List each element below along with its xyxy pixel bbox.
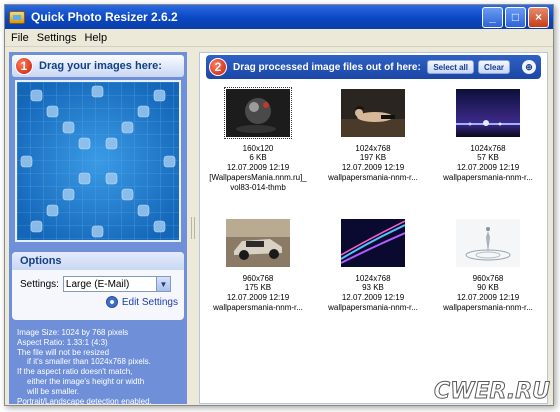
- night-city-lights-photo[interactable]: [456, 89, 520, 137]
- edit-settings-link[interactable]: Edit Settings: [122, 297, 178, 308]
- clear-button[interactable]: Clear: [478, 60, 510, 74]
- image-drop-zone[interactable]: [15, 80, 181, 242]
- info-line: If the aspect ratio doesn't match,: [17, 367, 133, 377]
- input-panel-header: 1 Drag your images here:: [12, 55, 184, 77]
- thumbnail-date: 12.07.2009 12:19: [456, 162, 520, 172]
- maximize-button[interactable]: □: [505, 6, 526, 28]
- select-all-button[interactable]: Select all: [427, 60, 474, 74]
- offroad-car-photo[interactable]: [226, 219, 290, 267]
- pin-icon[interactable]: ⊕: [522, 60, 536, 74]
- thumbnail-item[interactable]: 960x768 175 KB 12.07.2009 12:19 wallpape…: [206, 219, 310, 313]
- thumbnail-filename: wallpapersmania-nnm-r...: [443, 303, 533, 313]
- neon-light-streaks-photo[interactable]: [341, 219, 405, 267]
- options-box: Options Settings: Large (E-Mail) ▼ Edit …: [12, 252, 184, 320]
- menu-bar: File Settings Help: [5, 29, 553, 47]
- app-icon: [9, 10, 25, 24]
- thumbnail-size: 175 KB: [244, 283, 272, 293]
- info-line: will be smaller.: [27, 386, 80, 396]
- info-line: either the image's height or width: [27, 376, 145, 386]
- thumbnail-date: 12.07.2009 12:19: [226, 162, 290, 172]
- thumbnail-size: 6 KB: [249, 153, 267, 163]
- options-title: Options: [12, 252, 184, 270]
- thumbnail-filename: wallpapersmania-nnm-r...: [328, 173, 418, 183]
- thumbnail-size: 197 KB: [359, 153, 387, 163]
- svg-text:CWER.RU: CWER.RU: [434, 379, 550, 404]
- water-splash-photo[interactable]: [456, 219, 520, 267]
- menu-help[interactable]: Help: [84, 32, 107, 44]
- panel-splitter[interactable]: [189, 52, 197, 404]
- thumbnail-filename: wallpapersmania-nnm-r...: [213, 303, 303, 313]
- window-title: Quick Photo Resizer 2.6.2: [31, 10, 178, 24]
- settings-dropdown[interactable]: Large (E-Mail) ▼: [62, 276, 171, 292]
- resize-info: Image Size: 1024 by 768 pixels Aspect Ra…: [17, 328, 185, 406]
- thumbnail-filename: wallpapersmania-nnm-r...: [443, 173, 533, 183]
- thumbnail-item[interactable]: 960x768 90 KB 12.07.2009 12:19 wallpaper…: [436, 219, 540, 313]
- splitter-grip[interactable]: [191, 217, 195, 239]
- thumbnail-filename: wallpapersmania-nnm-r...: [328, 303, 418, 313]
- thumbnail-size: 93 KB: [362, 283, 384, 293]
- info-line: Aspect Ratio: 1.33:1 (4:3): [17, 337, 108, 347]
- title-bar[interactable]: Quick Photo Resizer 2.6.2 _ □ ×: [5, 5, 553, 29]
- input-panel-title: Drag your images here:: [39, 60, 162, 72]
- step-badge-2: 2: [209, 58, 227, 76]
- thumbnail-dimensions: 1024x768: [355, 274, 391, 283]
- output-panel-title: Drag processed image files out of here:: [233, 61, 421, 73]
- input-panel: 1 Drag your images here: Options Setting…: [9, 52, 187, 406]
- settings-label: Settings:: [20, 278, 59, 290]
- thumbnail-size: 90 KB: [477, 283, 499, 293]
- dark-sphere-photo[interactable]: [224, 87, 292, 139]
- info-line: Portrait/Landscape detection enabled.: [17, 396, 152, 406]
- thumbnail-item[interactable]: 160x120 6 KB 12.07.2009 12:19 [Wallpaper…: [206, 87, 310, 192]
- gear-icon[interactable]: [105, 296, 118, 308]
- thumbnail-item[interactable]: 1024x768 197 KB 12.07.2009 12:19 wallpap…: [321, 89, 425, 183]
- minimize-button[interactable]: _: [482, 6, 503, 28]
- thumbnail-dimensions: 960x768: [242, 274, 274, 283]
- site-watermark: CWER.RU: [422, 368, 552, 408]
- thumbnail-dimensions: 1024x768: [355, 144, 391, 153]
- close-button[interactable]: ×: [528, 6, 549, 28]
- thumbnail-date: 12.07.2009 12:19: [341, 162, 405, 172]
- thumbnail-dimensions: 1024x768: [470, 144, 506, 153]
- settings-dropdown-value: Large (E-Mail): [65, 278, 130, 290]
- drop-zone-pattern: [17, 82, 179, 240]
- menu-file[interactable]: File: [11, 32, 29, 44]
- chevron-down-icon[interactable]: ▼: [155, 277, 170, 291]
- thumbnail-dimensions: 960x768: [472, 274, 504, 283]
- thumbnail-date: 12.07.2009 12:19: [456, 292, 520, 302]
- woman-reclining-photo[interactable]: [341, 89, 405, 137]
- info-line: The file will not be resized: [17, 347, 110, 357]
- thumbnail-item[interactable]: 1024x768 57 KB 12.07.2009 12:19 wallpape…: [436, 89, 540, 183]
- thumbnail-filename: [WallpapersMania.nnm.ru]_vol83-014-thmb: [209, 173, 307, 192]
- thumbnail-date: 12.07.2009 12:19: [341, 292, 405, 302]
- thumbnail-date: 12.07.2009 12:19: [226, 292, 290, 302]
- menu-settings[interactable]: Settings: [37, 32, 77, 44]
- thumbnail-dimensions: 160x120: [242, 144, 274, 153]
- output-panel-header: 2 Drag processed image files out of here…: [206, 55, 541, 79]
- step-badge-1: 1: [15, 57, 33, 75]
- output-panel: 2 Drag processed image files out of here…: [199, 52, 548, 404]
- thumbnail-item[interactable]: 1024x768 93 KB 12.07.2009 12:19 wallpape…: [321, 219, 425, 313]
- thumbnail-size: 57 KB: [477, 153, 499, 163]
- info-line: if it's smaller than 1024x768 pixels.: [27, 357, 151, 367]
- info-line: Image Size: 1024 by 768 pixels: [17, 328, 129, 337]
